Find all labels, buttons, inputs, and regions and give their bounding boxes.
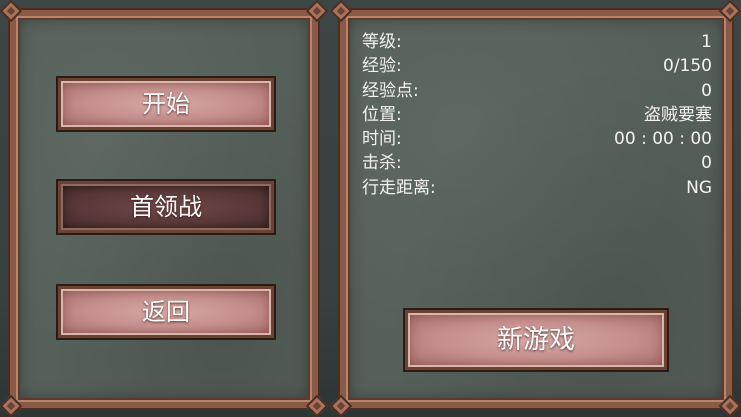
boss-battle-button[interactable]: 首领战: [56, 179, 276, 235]
stats-list: 等级: 1 经验: 0/150 经验点: 0 位置: 盗贼要塞 时间: 00 :…: [362, 30, 712, 200]
stat-value: 0: [701, 80, 712, 101]
stat-label: 行走距离:: [362, 177, 436, 198]
stat-row-level: 等级: 1: [362, 30, 712, 54]
start-button[interactable]: 开始: [56, 76, 276, 132]
stat-label: 等级:: [362, 32, 402, 52]
stat-value: 0/150: [663, 56, 712, 77]
stat-label: 击杀:: [362, 153, 402, 174]
stat-row-experience: 经验: 0/150: [362, 54, 712, 78]
stat-label: 经验:: [362, 56, 402, 77]
stat-row-distance: 行走距离: NG: [362, 176, 712, 200]
stat-value: 盗贼要塞: [644, 104, 712, 125]
new-game-button[interactable]: 新游戏: [403, 308, 669, 372]
stat-value: 1: [701, 32, 712, 52]
stat-value: NG: [686, 177, 712, 198]
stat-row-location: 位置: 盗贼要塞: [362, 103, 712, 127]
stat-value: 0: [701, 153, 712, 174]
stat-label: 时间:: [362, 129, 402, 150]
stat-row-kills: 击杀: 0: [362, 151, 712, 175]
stat-value: 00 : 00 : 00: [614, 129, 712, 150]
back-button[interactable]: 返回: [56, 284, 276, 340]
stat-row-time: 时间: 00 : 00 : 00: [362, 127, 712, 151]
stat-label: 位置:: [362, 104, 402, 125]
game-screen: 开始 首领战 返回 等级: 1 经验: 0/150 经验点: 0 位置: 盗贼要…: [0, 0, 741, 417]
stat-label: 经验点:: [362, 80, 419, 101]
stat-row-experience-points: 经验点: 0: [362, 79, 712, 103]
